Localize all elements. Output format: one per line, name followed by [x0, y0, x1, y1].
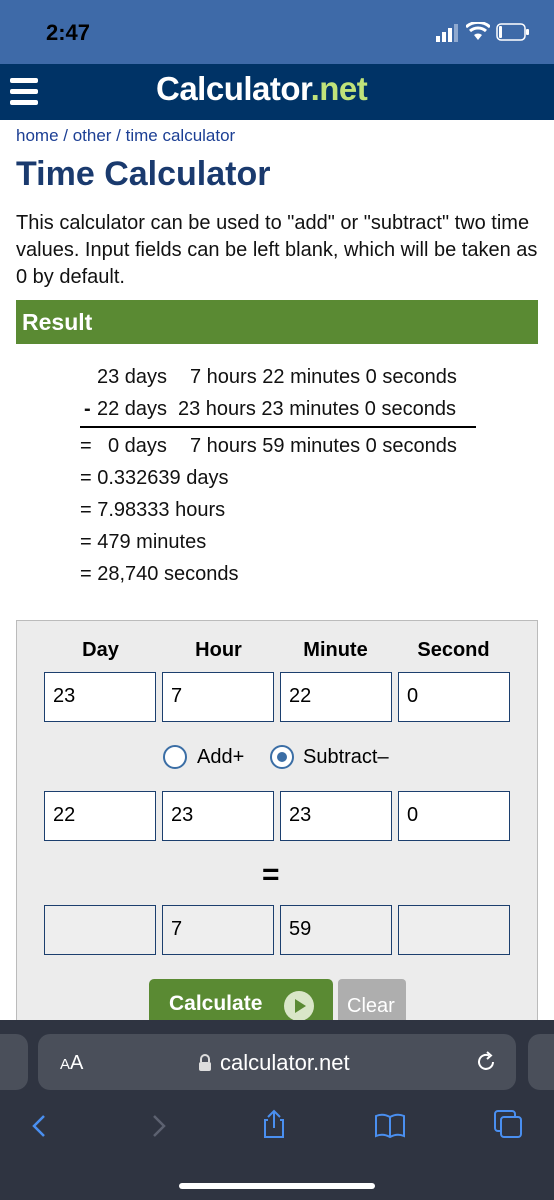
day-input-1[interactable]: 23	[44, 672, 156, 722]
result-days: = 0.332639 days	[80, 467, 229, 489]
aa-big: A	[70, 1052, 84, 1074]
result-line3-days: 0 days	[108, 435, 167, 457]
menu-icon[interactable]	[10, 78, 38, 106]
logo-text: Calculator	[156, 70, 311, 107]
result-line3-eq: =	[80, 435, 92, 457]
hour-input-2[interactable]: 23	[162, 791, 274, 841]
battery-icon	[496, 23, 529, 41]
status-time: 2:47	[46, 20, 91, 45]
col-header-day: Day	[82, 639, 119, 661]
second-input-2[interactable]: 0	[398, 791, 510, 841]
tabs-icon[interactable]	[492, 1108, 524, 1140]
reload-icon[interactable]	[474, 1050, 498, 1074]
result-line2-rest: 23 hours 23 minutes 0 seconds	[178, 398, 456, 420]
subtract-label[interactable]: Subtract–	[303, 746, 389, 769]
day-input-2[interactable]: 22	[44, 791, 156, 841]
col-header-hour: Hour	[195, 639, 242, 661]
hour-input-1[interactable]: 7	[162, 672, 274, 722]
hour-output: 7	[162, 905, 274, 955]
forward-icon[interactable]	[142, 1110, 174, 1142]
clear-label: Clear	[347, 995, 395, 1017]
result-hours: = 7.98333 hours	[80, 499, 226, 521]
breadcrumb-sep: /	[111, 126, 126, 145]
breadcrumb-current[interactable]: time calculator	[126, 126, 236, 145]
wifi-icon	[466, 22, 490, 40]
bookmarks-icon[interactable]	[374, 1110, 406, 1142]
second-input-1[interactable]: 0	[398, 672, 510, 722]
logo-net: net	[319, 70, 368, 107]
lock-icon	[199, 1054, 211, 1071]
minute-output: 59	[280, 905, 392, 955]
subtract-radio[interactable]	[270, 745, 294, 769]
col-header-minute: Minute	[303, 639, 368, 661]
sum-rule	[80, 426, 476, 428]
result-line2-op: -	[84, 398, 91, 420]
site-logo[interactable]: Calculator.net	[156, 70, 368, 108]
result-header	[16, 300, 538, 344]
result-minutes: = 479 minutes	[80, 531, 207, 553]
add-radio[interactable]	[163, 745, 187, 769]
minute-input-1[interactable]: 22	[280, 672, 392, 722]
col-header-second: Second	[417, 639, 490, 661]
breadcrumb-sep: /	[58, 126, 73, 145]
result-line1-rest: 7 hours 22 minutes 0 seconds	[190, 366, 457, 388]
home-indicator	[179, 1183, 375, 1189]
result-line2-days: 22 days	[97, 398, 168, 420]
minute-input-2[interactable]: 23	[280, 791, 392, 841]
page-description: This calculator can be used to "add" or …	[16, 212, 538, 288]
calculate-label: Calculate	[169, 992, 263, 1015]
back-icon[interactable]	[24, 1110, 56, 1142]
aa-small: A	[60, 1056, 71, 1073]
second-output	[398, 905, 510, 955]
signal-icon	[436, 24, 458, 42]
add-label[interactable]: Add+	[197, 746, 244, 769]
next-tab-preview[interactable]	[528, 1034, 554, 1090]
breadcrumb: home / other / time calculator	[16, 126, 235, 146]
result-line1-days: 23 days	[97, 366, 168, 388]
result-line3-rest: 7 hours 59 minutes 0 seconds	[190, 435, 457, 457]
result-seconds: = 28,740 seconds	[80, 563, 239, 585]
share-icon[interactable]	[258, 1108, 290, 1140]
breadcrumb-other[interactable]: other	[73, 126, 112, 145]
logo-dot: .	[310, 70, 320, 107]
day-output	[44, 905, 156, 955]
result-title: Result	[22, 309, 93, 335]
page-title: Time Calculator	[16, 155, 271, 193]
breadcrumb-home[interactable]: home	[16, 126, 59, 145]
url-text[interactable]: calculator.net	[220, 1050, 350, 1076]
previous-tab-preview[interactable]	[0, 1034, 28, 1090]
reader-options-button[interactable]: AA	[60, 1052, 83, 1075]
play-icon	[284, 991, 314, 1021]
equals-sign: =	[262, 858, 280, 891]
